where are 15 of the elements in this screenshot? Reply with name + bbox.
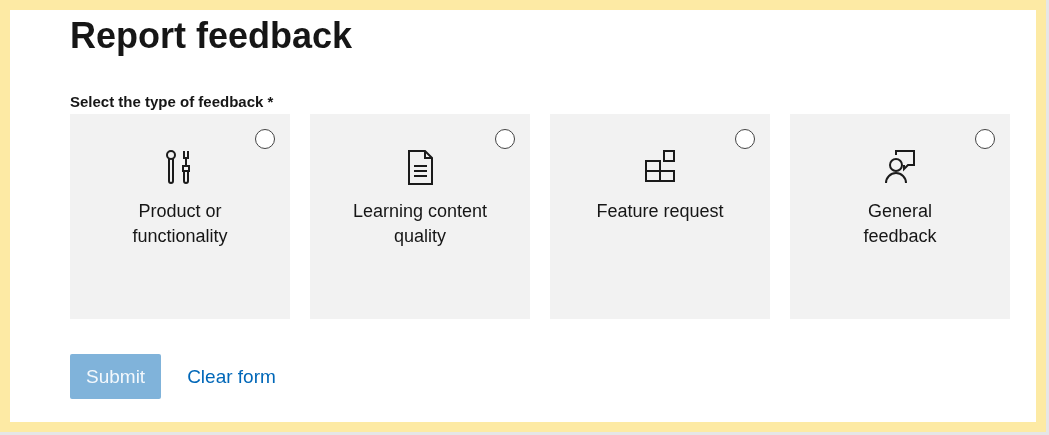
radio-button[interactable] (255, 129, 275, 149)
radio-button[interactable] (975, 129, 995, 149)
option-label: Learning content quality (351, 200, 489, 248)
radio-button[interactable] (495, 129, 515, 149)
option-card[interactable]: General feedback (790, 114, 1010, 319)
option-label: General feedback (862, 200, 938, 248)
field-label: Select the type of feedback * (70, 92, 275, 112)
option-label: Product or functionality (131, 200, 229, 248)
option-card[interactable]: Feature request (550, 114, 770, 319)
clear-form-link[interactable]: Clear form (187, 365, 276, 388)
page-title: Report feedback (70, 14, 354, 58)
option-label: Feature request (595, 200, 725, 223)
radio-button[interactable] (735, 129, 755, 149)
option-card[interactable]: Product or functionality (70, 114, 290, 319)
option-card[interactable]: Learning content quality (310, 114, 530, 319)
